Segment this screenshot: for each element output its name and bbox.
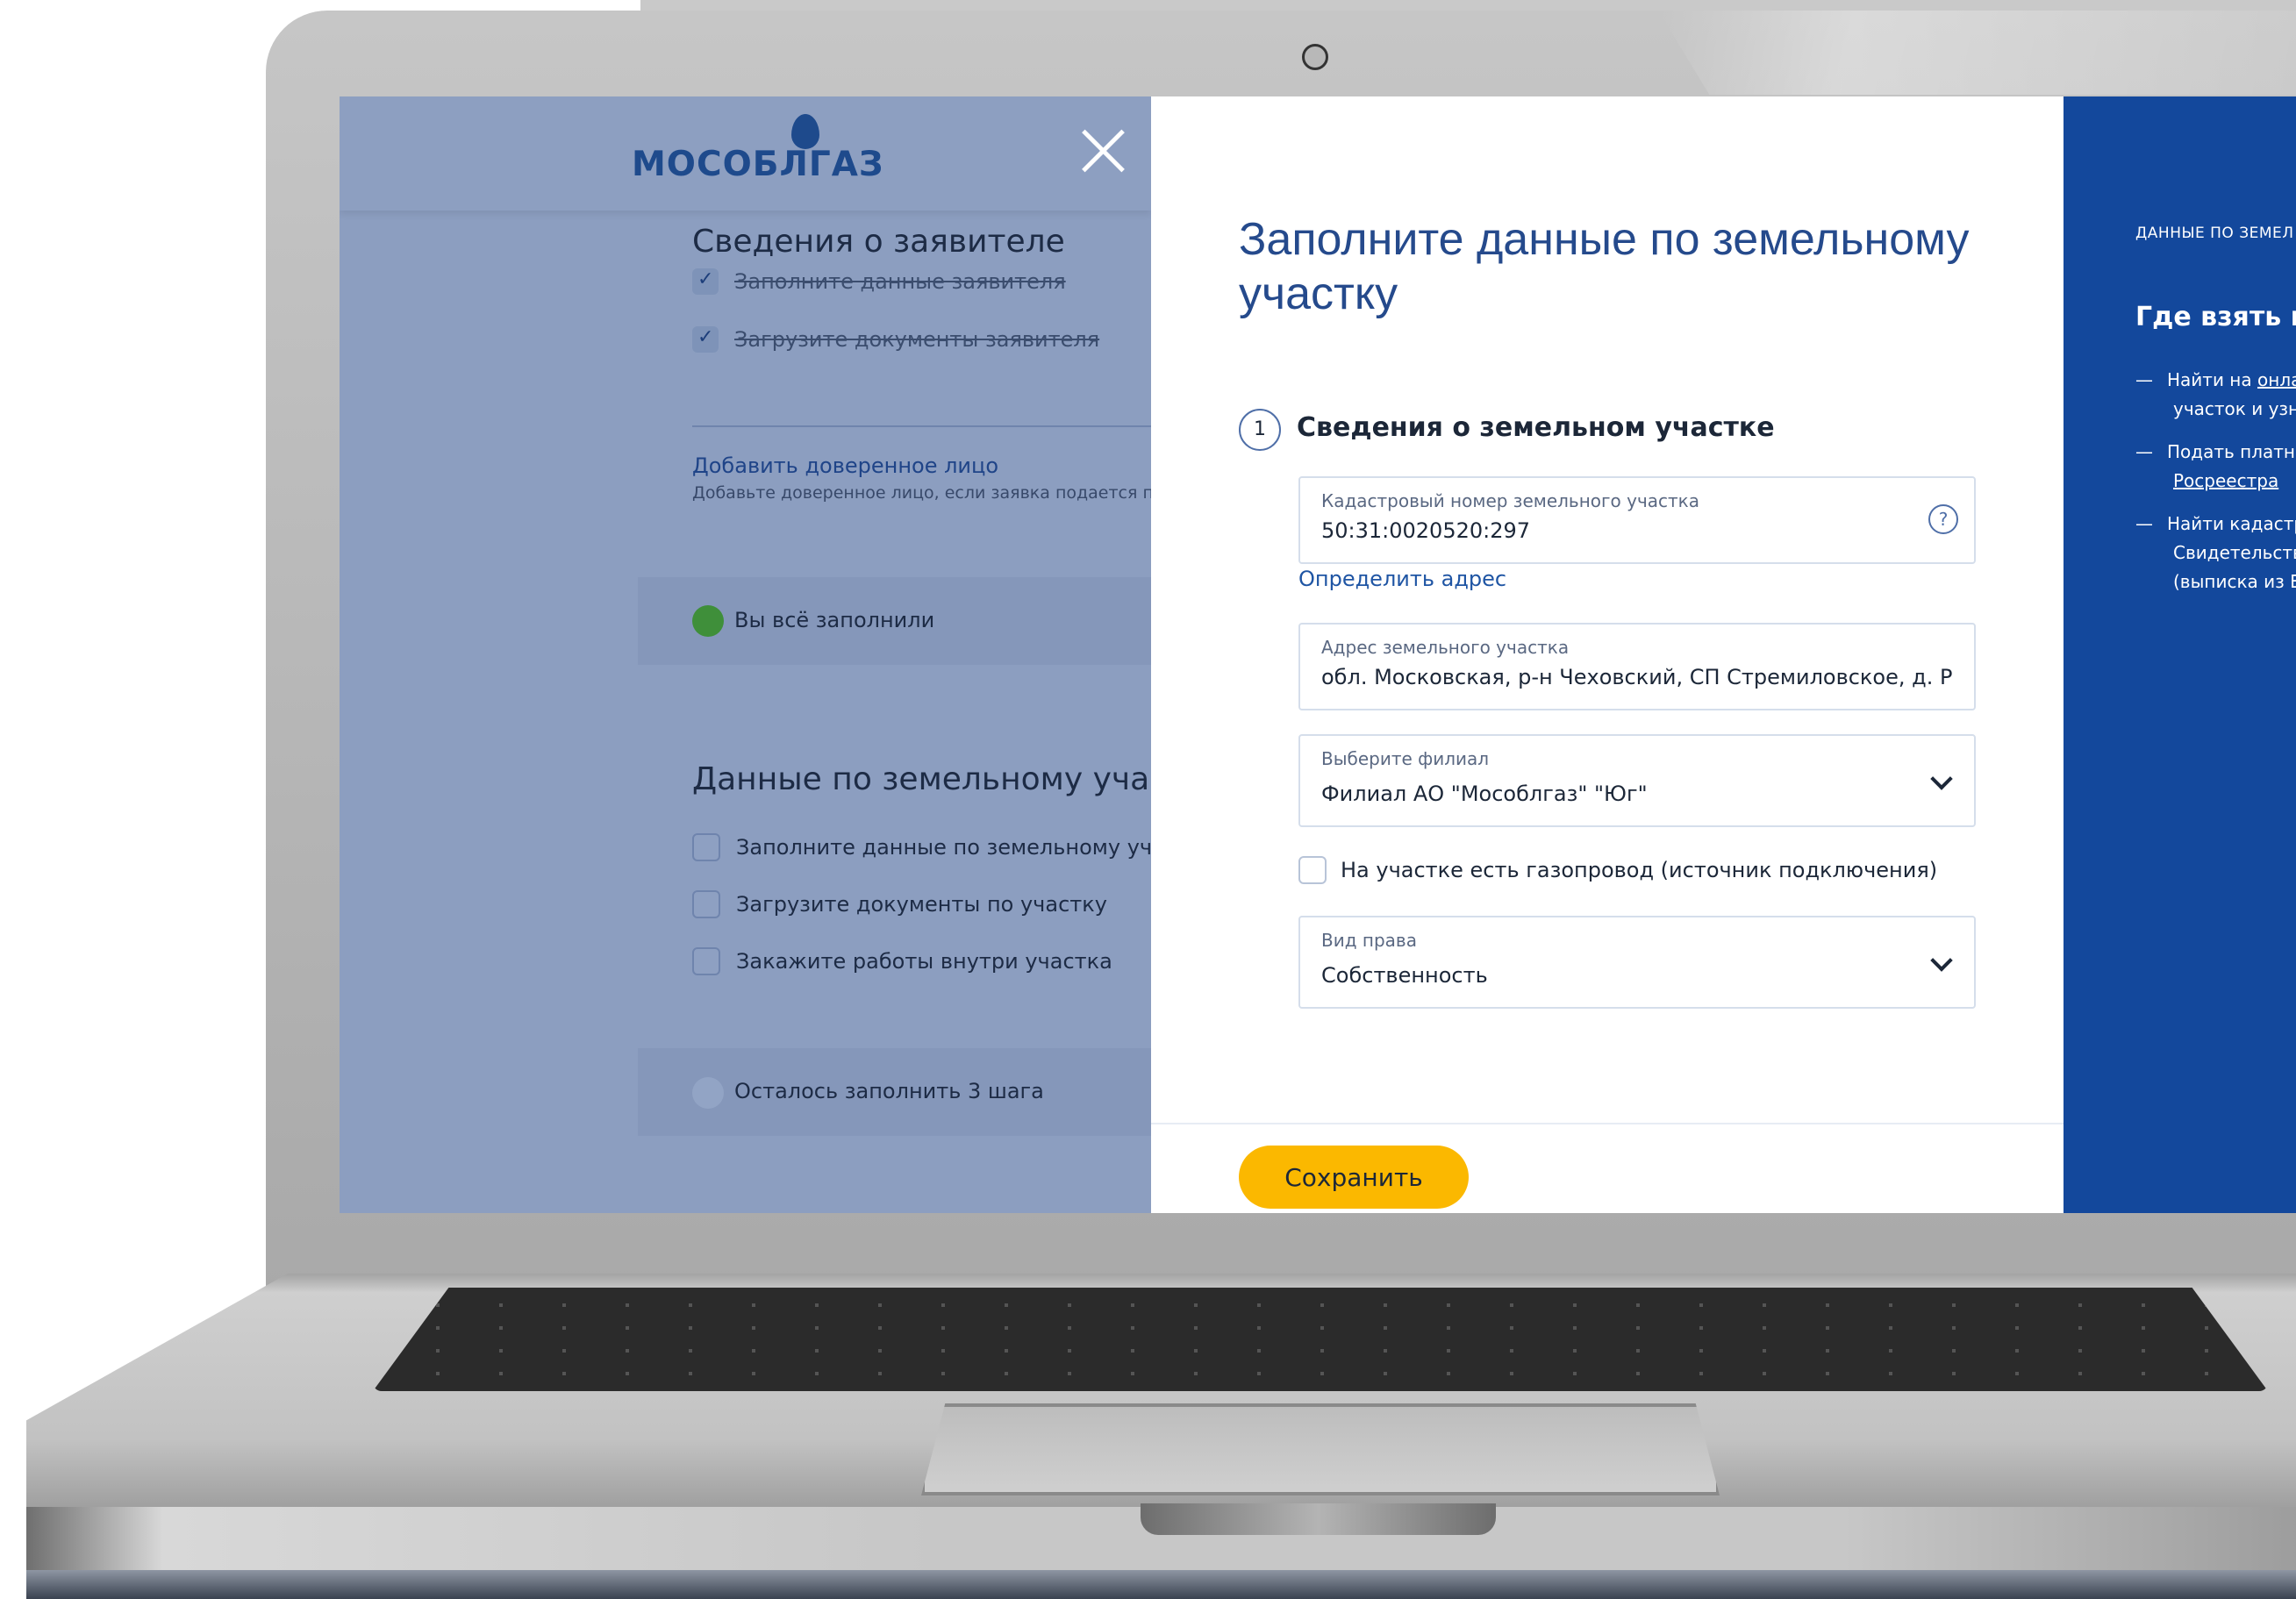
land-item-checkbox[interactable] bbox=[692, 947, 720, 975]
help-icon[interactable]: ? bbox=[1928, 504, 1958, 534]
side-title: Где взять ка bbox=[2135, 302, 2296, 332]
trackpad bbox=[921, 1403, 1720, 1495]
cadastral-number-field[interactable]: Кадастровый номер земельного участка ? bbox=[1298, 476, 1976, 564]
right-type-value: Собственность bbox=[1321, 963, 1488, 988]
land-item-checkbox[interactable] bbox=[692, 833, 720, 861]
gas-pipeline-checkbox[interactable] bbox=[1298, 856, 1327, 884]
land-item-fill-data[interactable]: Заполните данные по земельному участк bbox=[736, 835, 1201, 860]
gas-pipeline-label[interactable]: На участке есть газопровод (источник под… bbox=[1341, 858, 1937, 882]
site-header: МОСОБЛГАЗ bbox=[340, 96, 1151, 211]
land-item-order-works[interactable]: Закажите работы внутри участка bbox=[736, 949, 1112, 974]
add-trusted-person-link[interactable]: Добавить доверенное лицо bbox=[692, 453, 998, 478]
laptop-screen: МОСОБЛГАЗ Сведения о заявителе Заполните… bbox=[340, 96, 2296, 1213]
online-link[interactable]: онла bbox=[2257, 369, 2296, 390]
applicant-status-text: Вы всё заполнили bbox=[734, 608, 935, 632]
rosreestr-link[interactable]: Росреестра bbox=[2173, 467, 2278, 496]
key-row bbox=[373, 1349, 2268, 1353]
trusted-person-hint: Добавьте доверенное лицо, если заявка по… bbox=[692, 483, 1154, 503]
modal-title: Заполните данные по земельному участку bbox=[1239, 214, 1970, 319]
applicant-heading: Сведения о заявителе bbox=[692, 224, 1065, 260]
keyboard bbox=[373, 1288, 2268, 1391]
key-row bbox=[373, 1372, 2268, 1375]
footer-divider bbox=[1151, 1123, 2064, 1124]
detect-address-link[interactable]: Определить адрес bbox=[1298, 567, 1506, 591]
step-number: 1 bbox=[1239, 409, 1281, 451]
divider bbox=[692, 425, 1151, 427]
applicant-item-data[interactable]: Заполните данные заявителя bbox=[734, 269, 1066, 294]
background-page: МОСОБЛГАЗ Сведения о заявителе Заполните… bbox=[340, 96, 1201, 1213]
side-item: — Подать платны bbox=[2135, 441, 2296, 462]
side-item: —Найти на онла bbox=[2135, 366, 2296, 395]
lid-reflection bbox=[1658, 11, 2296, 95]
laptop-notch bbox=[1141, 1503, 1496, 1535]
address-field[interactable]: Адрес земельного участка bbox=[1298, 623, 1976, 710]
flame-icon bbox=[791, 114, 819, 149]
laptop-shadow bbox=[26, 1570, 2296, 1599]
camera-icon bbox=[1302, 44, 1328, 70]
right-type-label: Вид права bbox=[1321, 930, 1417, 951]
land-status-text: Осталось заполнить 3 шага bbox=[734, 1079, 1044, 1103]
check-icon bbox=[692, 326, 719, 353]
close-icon[interactable] bbox=[1076, 123, 1129, 175]
check-icon bbox=[692, 268, 719, 295]
cadastral-number-label: Кадастровый номер земельного участка bbox=[1321, 490, 1700, 511]
applicant-item-docs[interactable]: Загрузите документы заявителя bbox=[734, 327, 1099, 352]
branch-label: Выберите филиал bbox=[1321, 748, 1490, 769]
side-item-line: (выписка из ЕГ bbox=[2173, 571, 2296, 592]
land-data-modal: Заполните данные по земельному участку 1… bbox=[1151, 96, 2064, 1213]
branch-value: Филиал АО "Мособлгаз" "Юг" bbox=[1321, 782, 1648, 806]
key-row bbox=[373, 1303, 2268, 1307]
status-pending-icon bbox=[692, 1077, 724, 1109]
key-row bbox=[373, 1326, 2268, 1330]
side-item-line: участок и узна bbox=[2173, 398, 2296, 419]
side-item-line: Свидетельстве bbox=[2173, 542, 2296, 563]
address-label: Адрес земельного участка bbox=[1321, 637, 1570, 658]
land-item-checkbox[interactable] bbox=[692, 890, 720, 918]
info-side-panel: ДАННЫЕ ПО ЗЕМЕЛ Где взять ка —Найти на о… bbox=[2064, 96, 2296, 1213]
land-heading: Данные по земельному участ bbox=[692, 761, 1185, 797]
cadastral-number-input[interactable] bbox=[1321, 518, 1953, 543]
side-caption: ДАННЫЕ ПО ЗЕМЕЛ bbox=[2135, 225, 2294, 242]
land-item-upload-docs[interactable]: Загрузите документы по участку bbox=[736, 892, 1107, 917]
branch-select[interactable]: Выберите филиал Филиал АО "Мособлгаз" "Ю… bbox=[1298, 734, 1976, 827]
step-title: Сведения о земельном участке bbox=[1297, 412, 1775, 443]
address-input[interactable] bbox=[1321, 665, 1953, 689]
save-button[interactable]: Сохранить bbox=[1239, 1146, 1469, 1209]
side-item: — Найти кадастр bbox=[2135, 513, 2296, 534]
mosoblgaz-logo: МОСОБЛГАЗ bbox=[632, 145, 884, 184]
right-type-select[interactable]: Вид права Собственность bbox=[1298, 916, 1976, 1009]
status-complete-icon bbox=[692, 605, 724, 637]
